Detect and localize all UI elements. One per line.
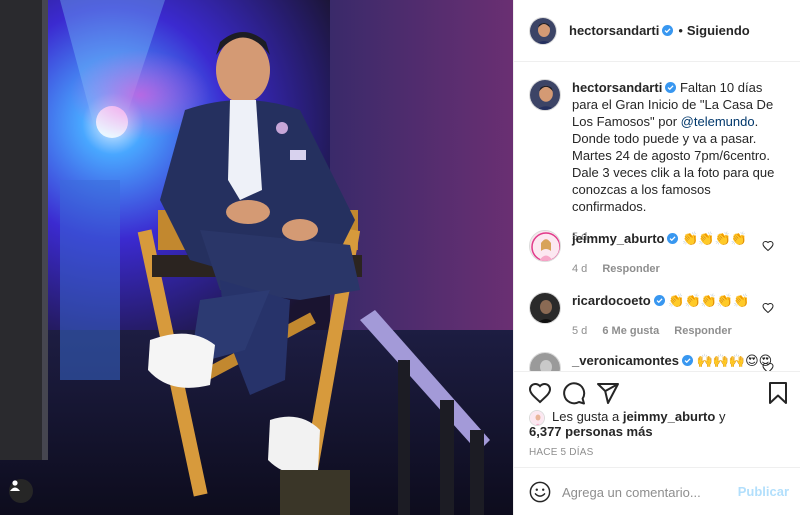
avatar-image [530, 231, 560, 261]
reply-button[interactable]: Responder [602, 263, 659, 275]
verified-badge-icon [667, 233, 679, 244]
heart-icon[interactable] [528, 381, 552, 405]
caption-username[interactable]: hectorsandarti [572, 80, 662, 95]
comment-text: 👏👏👏👏👏 [668, 293, 750, 308]
heart-icon[interactable] [762, 240, 774, 252]
post-image [0, 0, 513, 515]
bookmark-icon[interactable] [766, 381, 790, 405]
mention-link[interactable]: @telemundo [681, 114, 755, 129]
comment-username[interactable]: _veronicamontes [572, 353, 679, 368]
avatar[interactable] [529, 352, 561, 371]
share-icon[interactable] [596, 381, 620, 405]
caption: hectorsandarti Faltan 10 días para el Gr… [529, 79, 794, 243]
comments-list[interactable]: hectorsandarti Faltan 10 días para el Gr… [514, 62, 800, 371]
caption-line2: Dale 3 veces clik a la foto para que con… [572, 165, 775, 214]
add-comment-bar: Publicar [514, 467, 800, 515]
comment-icon[interactable] [562, 381, 586, 405]
avatar[interactable] [529, 230, 561, 262]
verified-badge-icon [665, 82, 677, 93]
caption-text: hectorsandarti Faltan 10 días para el Gr… [572, 79, 782, 215]
likes-summary: Les gusta a jeimmy_aburto y 6,377 person… [529, 409, 794, 439]
comment-input[interactable] [562, 481, 732, 503]
user-tag-button[interactable] [9, 479, 33, 503]
avatar-image [530, 353, 560, 371]
comment-text: 🙌🙌🙌😍😍 [696, 353, 773, 368]
separator-dot: • [678, 23, 683, 38]
comment-text: 👏👏👏👏 [682, 231, 747, 246]
post-header: hectorsandarti • Siguiendo [514, 0, 800, 62]
reply-button[interactable]: Responder [674, 325, 731, 337]
comment-time[interactable]: 4 d [572, 263, 587, 275]
comment-time[interactable]: 5 d [572, 325, 587, 337]
instagram-post: hectorsandarti • Siguiendo hectorsandart… [0, 0, 800, 515]
verified-badge-icon [653, 295, 665, 306]
likes-count[interactable]: 6,377 personas más [529, 424, 653, 439]
publish-button[interactable]: Publicar [738, 484, 789, 499]
first-liker-username[interactable]: jeimmy_aburto [623, 409, 715, 424]
following-button[interactable]: Siguiendo [687, 23, 750, 38]
comment-item: ricardocoeto 👏👏👏👏👏 5 d 6 Me gusta Respon… [529, 292, 794, 337]
comment-username[interactable]: ricardocoeto [572, 293, 651, 308]
heart-icon[interactable] [762, 362, 774, 371]
verified-badge-icon [681, 355, 693, 366]
user-tag-icon [10, 480, 20, 491]
avatar[interactable] [529, 410, 545, 426]
post-author-username[interactable]: hectorsandarti [569, 23, 659, 38]
avatar-image [530, 80, 560, 110]
comment-item: _veronicamontes 🙌🙌🙌😍😍 [529, 352, 794, 371]
heart-icon[interactable] [762, 302, 774, 314]
post-photo[interactable] [0, 0, 513, 515]
comment-username[interactable]: jeimmy_aburto [572, 231, 664, 246]
avatar[interactable] [529, 16, 557, 45]
likes-prefix: Les gusta a [552, 409, 620, 424]
avatar[interactable] [529, 292, 561, 324]
post-actions [514, 371, 800, 413]
avatar[interactable] [529, 79, 561, 111]
likes-connector: y [718, 409, 726, 424]
comment-likes[interactable]: 6 Me gusta [602, 325, 659, 337]
avatar-image [530, 17, 556, 44]
post-timestamp[interactable]: HACE 5 DÍAS [529, 447, 593, 458]
emoji-icon[interactable] [529, 481, 551, 503]
avatar-image [530, 293, 560, 323]
post-side-panel: hectorsandarti • Siguiendo hectorsandart… [513, 0, 800, 515]
verified-badge-icon [662, 25, 674, 36]
comment-item: jeimmy_aburto 👏👏👏👏 4 d Responder [529, 230, 794, 275]
